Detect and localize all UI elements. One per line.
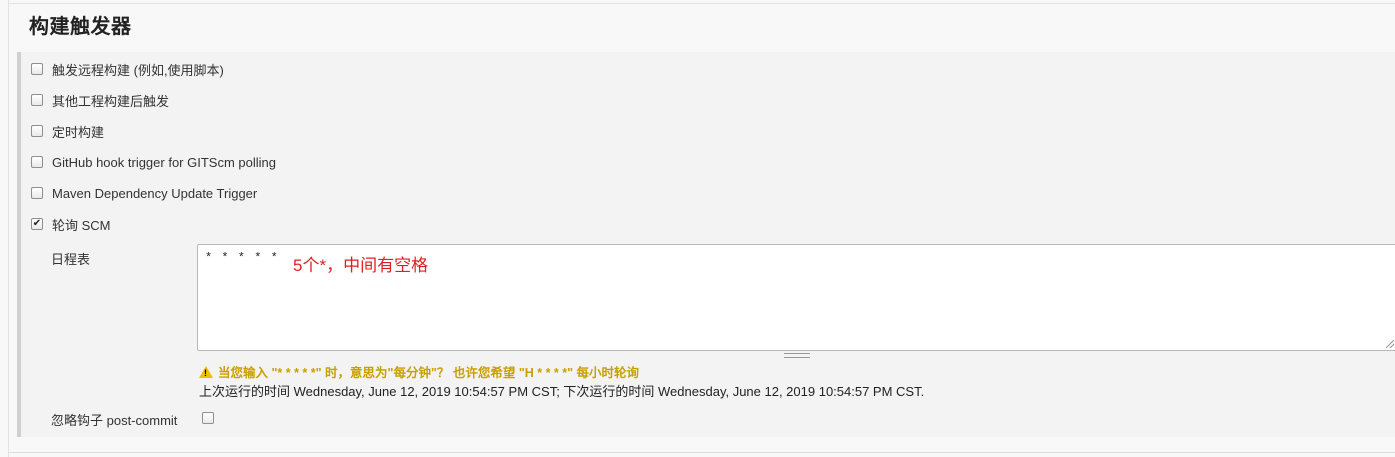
checkbox-after-other-projects[interactable] [31, 94, 43, 106]
option-label: Maven Dependency Update Trigger [52, 185, 258, 201]
option-after-other-projects[interactable]: 其他工程构建后触发 [31, 91, 169, 109]
ignore-post-commit-label: 忽略钩子 post-commit [51, 413, 178, 428]
option-label: GitHub hook trigger for GITScm polling [52, 154, 276, 170]
divider-top [8, 3, 1395, 4]
option-remote-trigger[interactable]: 触发远程构建 (例如,使用脚本) [31, 60, 224, 78]
checkbox-maven-dependency[interactable] [31, 187, 43, 199]
check-icon: ✔ [32, 218, 42, 229]
checkbox-github-hook[interactable] [31, 156, 43, 168]
option-label: 触发远程构建 (例如,使用脚本) [52, 62, 224, 78]
warning-text: 当您输入 "* * * * *" 时，意思为"每分钟"？ 也许您希望 "H * … [218, 366, 640, 380]
resize-handle-icon[interactable] [1386, 340, 1394, 348]
checkbox-ignore-post-commit[interactable] [202, 412, 214, 424]
option-label: 轮询 SCM [52, 217, 111, 233]
checkbox-poll-scm[interactable]: ✔ [31, 218, 43, 230]
checkbox-build-periodically[interactable] [31, 125, 43, 137]
schedule-value: * * * * * [205, 251, 279, 265]
option-poll-scm[interactable]: ✔ 轮询 SCM [31, 215, 111, 233]
divider-bottom [8, 452, 1395, 453]
option-label: 定时构建 [52, 124, 105, 140]
schedule-label: 日程表 [51, 252, 91, 267]
checkbox-remote-trigger[interactable] [31, 63, 43, 75]
option-label: 其他工程构建后触发 [52, 93, 170, 109]
warning-message: ! 当您输入 "* * * * *" 时，意思为"每分钟"？ 也许您希望 "H … [199, 362, 639, 381]
option-build-periodically[interactable]: 定时构建 [31, 122, 104, 140]
annotation-text: 5个*，中间有空格 [293, 256, 429, 275]
warning-icon: ! [199, 365, 213, 378]
run-info-text: 上次运行的时间 Wednesday, June 12, 2019 10:54:5… [199, 384, 925, 399]
option-maven-dependency[interactable]: Maven Dependency Update Trigger [31, 184, 257, 202]
textarea-grip-handle[interactable] [784, 353, 810, 358]
section-title: 构建触发器 [29, 16, 132, 38]
option-github-hook[interactable]: GitHub hook trigger for GITScm polling [31, 153, 276, 171]
